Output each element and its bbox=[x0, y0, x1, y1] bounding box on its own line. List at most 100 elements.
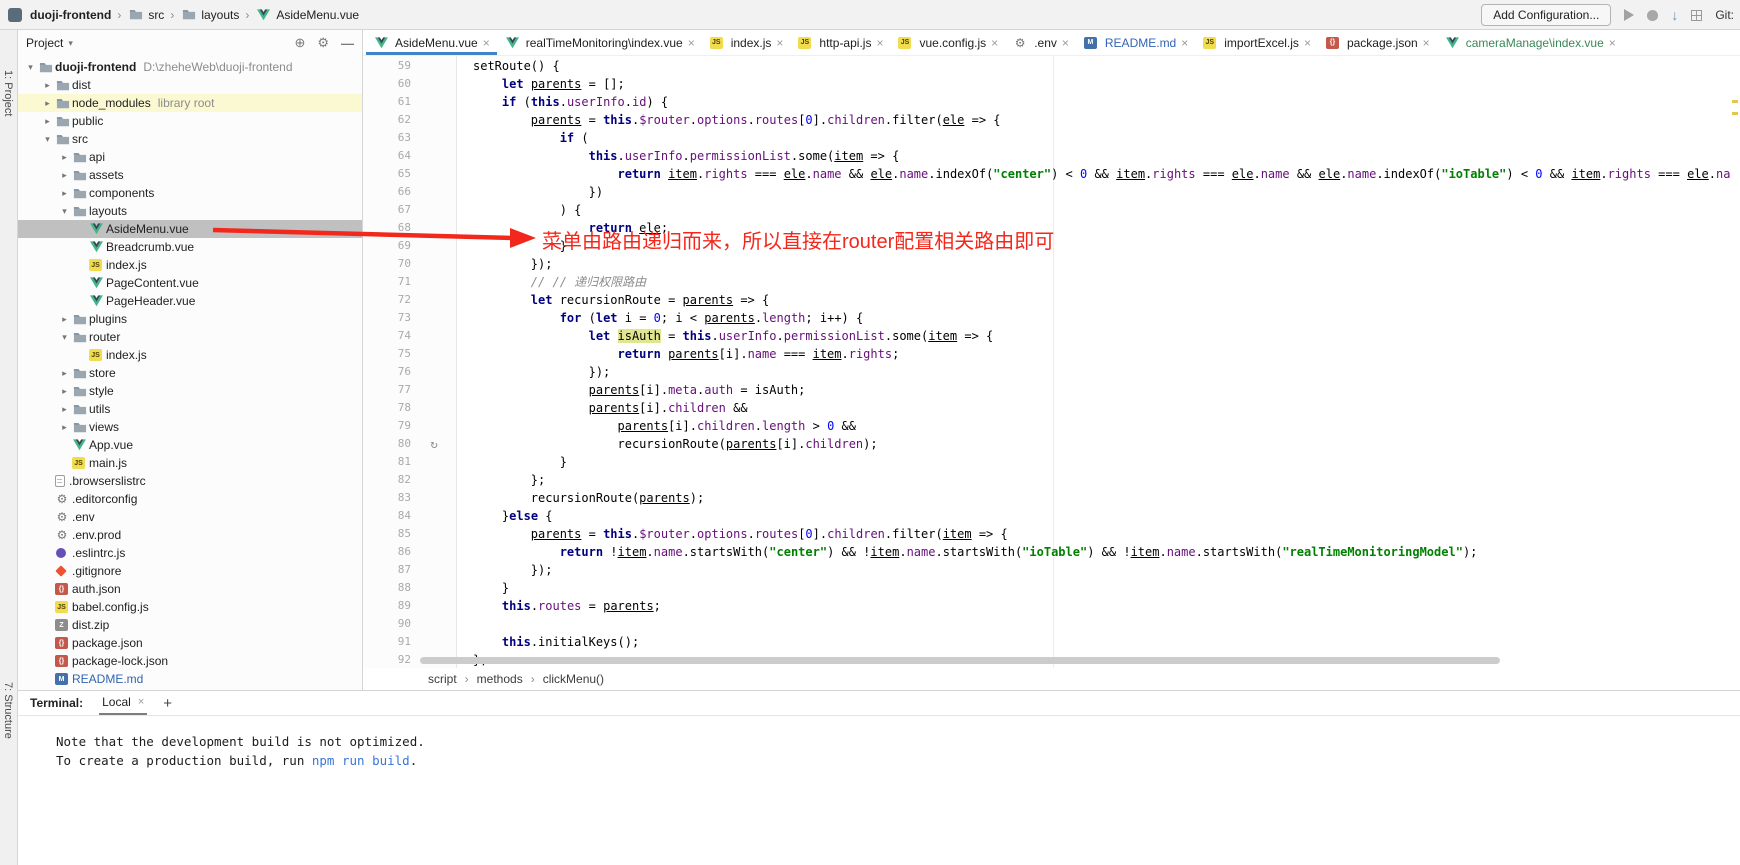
tree-item-plugins[interactable]: ▸plugins bbox=[18, 310, 362, 328]
editor-tab-index-js[interactable]: JSindex.js× bbox=[702, 30, 791, 55]
code-line-75[interactable]: 75 return parents[i].name === item.right… bbox=[363, 345, 1740, 363]
line-number[interactable]: 59 bbox=[363, 57, 411, 75]
code-line-70[interactable]: 70 }); bbox=[363, 255, 1740, 273]
line-number[interactable]: 62 bbox=[363, 111, 411, 129]
close-tab-icon[interactable]: × bbox=[483, 36, 490, 50]
code-line-83[interactable]: 83 recursionRoute(parents); bbox=[363, 489, 1740, 507]
close-tab-icon[interactable]: × bbox=[776, 36, 783, 50]
code-line-89[interactable]: 89 this.routes = parents; bbox=[363, 597, 1740, 615]
line-number[interactable]: 69 bbox=[363, 237, 411, 255]
run-icon[interactable] bbox=[1624, 9, 1634, 21]
tree-item--browserslistrc[interactable]: .browserslistrc bbox=[18, 472, 362, 490]
code-line-67[interactable]: 67 ) { bbox=[363, 201, 1740, 219]
tree-item-assets[interactable]: ▸assets bbox=[18, 166, 362, 184]
editor-tab--env[interactable]: ⚙.env× bbox=[1005, 30, 1076, 55]
line-number[interactable]: 79 bbox=[363, 417, 411, 435]
tree-item-dist[interactable]: ▸dist bbox=[18, 76, 362, 94]
line-number[interactable]: 78 bbox=[363, 399, 411, 417]
tree-item-components[interactable]: ▸components bbox=[18, 184, 362, 202]
code-line-71[interactable]: 71 // // 递归权限路由 bbox=[363, 273, 1740, 291]
tree-item--env-prod[interactable]: ⚙.env.prod bbox=[18, 526, 362, 544]
line-number[interactable]: 88 bbox=[363, 579, 411, 597]
line-number[interactable]: 84 bbox=[363, 507, 411, 525]
line-number[interactable]: 67 bbox=[363, 201, 411, 219]
code-line-73[interactable]: 73 for (let i = 0; i < parents.length; i… bbox=[363, 309, 1740, 327]
line-number[interactable]: 66 bbox=[363, 183, 411, 201]
close-tab-icon[interactable]: × bbox=[991, 36, 998, 50]
structure-tool-window-button[interactable]: 7: Structure bbox=[2, 682, 14, 739]
tree-item--eslintrc-js[interactable]: .eslintrc.js bbox=[18, 544, 362, 562]
line-number[interactable]: 77 bbox=[363, 381, 411, 399]
tree-item--editorconfig[interactable]: ⚙.editorconfig bbox=[18, 490, 362, 508]
chevron-right-icon[interactable]: ▸ bbox=[58, 152, 71, 163]
chevron-right-icon[interactable]: ▸ bbox=[41, 80, 54, 91]
chevron-right-icon[interactable]: ▸ bbox=[41, 116, 54, 127]
line-number[interactable]: 64 bbox=[363, 147, 411, 165]
line-number[interactable]: 83 bbox=[363, 489, 411, 507]
tree-item-package-json[interactable]: {}package.json bbox=[18, 634, 362, 652]
tree-item-readme-md[interactable]: MREADME.md bbox=[18, 670, 362, 688]
line-number[interactable]: 61 bbox=[363, 93, 411, 111]
tree-item-style[interactable]: ▸style bbox=[18, 382, 362, 400]
close-tab-icon[interactable]: × bbox=[688, 36, 695, 50]
editor-tab-http-api-js[interactable]: JShttp-api.js× bbox=[790, 30, 890, 55]
editor-breadcrumb-item[interactable]: methods bbox=[477, 672, 523, 686]
titlebar-breadcrumb-item[interactable]: layouts bbox=[180, 8, 239, 22]
tree-item-pagecontent-vue[interactable]: PageContent.vue bbox=[18, 274, 362, 292]
line-number[interactable]: 75 bbox=[363, 345, 411, 363]
tree-item-layouts[interactable]: ▾layouts bbox=[18, 202, 362, 220]
debug-icon[interactable] bbox=[1647, 10, 1658, 21]
line-number[interactable]: 70 bbox=[363, 255, 411, 273]
line-number[interactable]: 74 bbox=[363, 327, 411, 345]
stop-icon[interactable] bbox=[1691, 10, 1702, 21]
vertical-scrollbar[interactable] bbox=[1730, 56, 1740, 668]
tree-item-utils[interactable]: ▸utils bbox=[18, 400, 362, 418]
line-number[interactable]: 72 bbox=[363, 291, 411, 309]
editor-tab-cameramanage-index-vue[interactable]: cameraManage\index.vue× bbox=[1437, 30, 1623, 55]
line-number[interactable]: 85 bbox=[363, 525, 411, 543]
line-number[interactable]: 68 bbox=[363, 219, 411, 237]
code-line-74[interactable]: 74 let isAuth = this.userInfo.permission… bbox=[363, 327, 1740, 345]
chevron-right-icon[interactable]: ▸ bbox=[58, 314, 71, 325]
chevron-down-icon[interactable]: ▾ bbox=[58, 206, 71, 217]
chevron-right-icon[interactable]: ▸ bbox=[58, 386, 71, 397]
code-line-61[interactable]: 61 if (this.userInfo.id) { bbox=[363, 93, 1740, 111]
tree-item-main-js[interactable]: JSmain.js bbox=[18, 454, 362, 472]
chevron-right-icon[interactable]: ▸ bbox=[58, 170, 71, 181]
code-line-69[interactable]: 69 } bbox=[363, 237, 1740, 255]
editor-tab-importexcel-js[interactable]: JSimportExcel.js× bbox=[1195, 30, 1318, 55]
tree-item-index-js[interactable]: JSindex.js bbox=[18, 346, 362, 364]
code-line-80[interactable]: 80↻ recursionRoute(parents[i].children); bbox=[363, 435, 1740, 453]
code-line-81[interactable]: 81 } bbox=[363, 453, 1740, 471]
terminal-output[interactable]: Note that the development build is not o… bbox=[18, 716, 1740, 770]
tree-item-dist-zip[interactable]: Zdist.zip bbox=[18, 616, 362, 634]
chevron-down-icon[interactable]: ▾ bbox=[41, 134, 54, 145]
code-line-82[interactable]: 82 }; bbox=[363, 471, 1740, 489]
code-line-68[interactable]: 68 return ele; bbox=[363, 219, 1740, 237]
new-terminal-tab-button[interactable]: + bbox=[163, 696, 172, 711]
code-line-79[interactable]: 79 parents[i].children.length > 0 && bbox=[363, 417, 1740, 435]
line-number[interactable]: 60 bbox=[363, 75, 411, 93]
line-number[interactable]: 92 bbox=[363, 651, 411, 668]
line-number[interactable]: 80 bbox=[363, 435, 411, 453]
chevron-right-icon[interactable]: ▸ bbox=[58, 188, 71, 199]
add-configuration-button[interactable]: Add Configuration... bbox=[1481, 4, 1611, 26]
editor-breadcrumb-item[interactable]: clickMenu() bbox=[543, 672, 604, 686]
line-number[interactable]: 65 bbox=[363, 165, 411, 183]
tree-item-app-vue[interactable]: App.vue bbox=[18, 436, 362, 454]
code-line-87[interactable]: 87 }); bbox=[363, 561, 1740, 579]
tree-item-store[interactable]: ▸store bbox=[18, 364, 362, 382]
tree-item-duoji-frontend[interactable]: ▾duoji-frontendD:\zheheWeb\duoji-fronten… bbox=[18, 58, 362, 76]
tree-item-src[interactable]: ▾src bbox=[18, 130, 362, 148]
vcs-update-icon[interactable]: ↓ bbox=[1671, 8, 1678, 22]
tree-item-auth-json[interactable]: {}auth.json bbox=[18, 580, 362, 598]
project-panel-title[interactable]: Project bbox=[26, 36, 63, 50]
close-tab-icon[interactable]: × bbox=[1181, 36, 1188, 50]
tree-item-index-js[interactable]: JSindex.js bbox=[18, 256, 362, 274]
close-tab-icon[interactable]: × bbox=[1609, 36, 1616, 50]
line-number[interactable]: 87 bbox=[363, 561, 411, 579]
line-number[interactable]: 81 bbox=[363, 453, 411, 471]
warning-stripe-mark[interactable] bbox=[1732, 100, 1738, 103]
warning-stripe-mark[interactable] bbox=[1732, 112, 1738, 115]
editor-tab-realtimemonitoring-index-vue[interactable]: realTimeMonitoring\index.vue× bbox=[497, 30, 702, 55]
